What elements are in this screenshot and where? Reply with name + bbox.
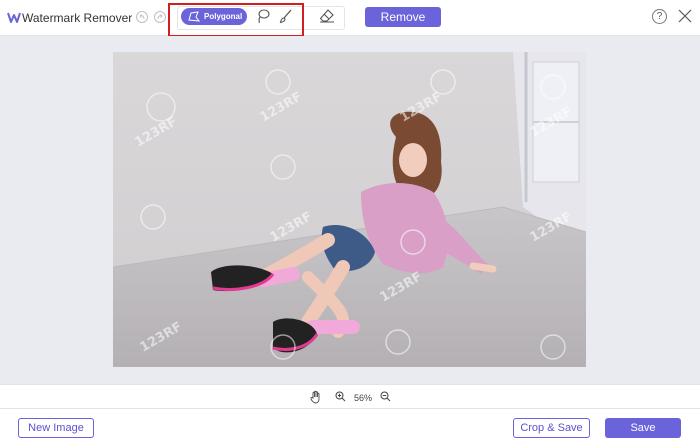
photo-illustration: 123RF 123RF 123RF 123RF 123RF 123RF 123R… [113,52,586,367]
polygonal-tool-button[interactable]: Polygonal [181,8,247,25]
remove-button[interactable]: Remove [365,7,441,27]
polygon-icon [188,11,200,22]
help-icon[interactable]: ? [652,9,667,24]
redo-icon[interactable] [154,11,166,23]
app-title: Watermark Remover [22,11,133,25]
save-button[interactable]: Save [605,418,681,438]
hand-icon[interactable] [310,390,322,404]
zoom-in-icon[interactable] [335,391,346,402]
canvas-area: 123RF 123RF 123RF 123RF 123RF 123RF 123R… [0,36,700,384]
eraser-icon[interactable] [319,8,335,23]
zoom-level: 56% [354,393,373,403]
zoom-out-icon[interactable] [380,391,391,402]
new-image-button[interactable]: New Image [18,418,94,438]
lasso-icon[interactable] [256,9,270,24]
crop-save-button[interactable]: Crop & Save [513,418,590,438]
top-toolbar: Watermark Remover Polygonal Remove ? [0,0,700,37]
close-icon[interactable] [678,9,692,23]
logo-icon [7,12,21,23]
bottom-bar: New Image Crop & Save Save [0,408,700,446]
brush-icon[interactable] [279,9,293,24]
polygonal-label: Polygonal [204,12,243,21]
zoom-bar: 56% [0,384,700,408]
edited-photo[interactable]: 123RF 123RF 123RF 123RF 123RF 123RF 123R… [113,52,586,367]
undo-icon[interactable] [136,11,148,23]
